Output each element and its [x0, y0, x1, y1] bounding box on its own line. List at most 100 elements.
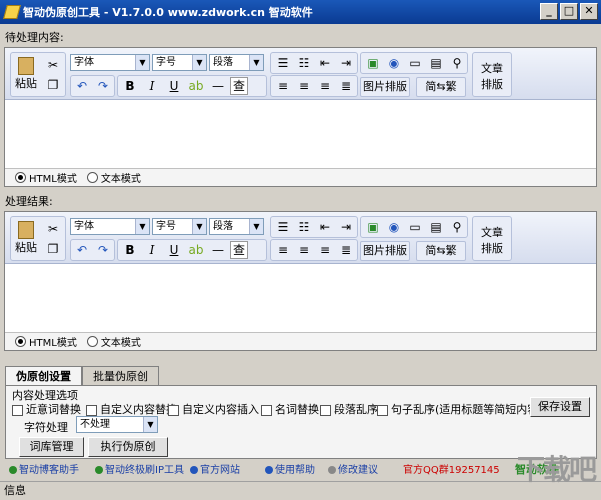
image-layout-button[interactable]: 图片排版 — [360, 77, 410, 97]
link-icon[interactable]: ◉ — [384, 53, 404, 73]
align-center-icon[interactable]: ≡ — [294, 76, 314, 96]
paragraph-select[interactable]: 段落 ▼ — [209, 218, 264, 235]
image-icon[interactable]: ▣ — [363, 217, 383, 237]
paste-icon — [18, 57, 34, 75]
find-button[interactable]: 查 — [230, 77, 248, 95]
minimize-button[interactable]: _ — [540, 3, 558, 20]
custom-insert-checkbox[interactable] — [168, 404, 179, 416]
undo-icon[interactable]: ↶ — [72, 240, 92, 260]
text-mode-radio[interactable] — [86, 336, 98, 347]
align-center-icon[interactable]: ≡ — [294, 240, 314, 260]
official-site-link[interactable]: 官方网站 — [190, 461, 240, 476]
custom-insert-option[interactable]: 自定义内容插入 — [168, 401, 259, 417]
outdent-icon[interactable]: ⇤ — [315, 217, 335, 237]
paragraph-shuffle-checkbox[interactable] — [320, 404, 331, 416]
align-left-icon[interactable]: ≡ — [273, 240, 293, 260]
custom-replace-option[interactable]: 自定义内容替换 — [86, 401, 177, 417]
char-process-select[interactable]: 不处理 ▼ — [76, 416, 158, 433]
list-group: ☰ ☷ ⇤ ⇥ — [270, 52, 358, 74]
paste-button[interactable]: 粘贴 — [14, 221, 38, 257]
html-mode-radio[interactable] — [15, 336, 26, 347]
unordered-list-icon[interactable]: ☷ — [294, 53, 314, 73]
underline-button[interactable]: U — [164, 76, 184, 96]
article-layout-button[interactable]: 文章 排版 — [472, 216, 512, 261]
indent-icon[interactable]: ⇥ — [336, 53, 356, 73]
help-link[interactable]: 使用帮助 — [265, 461, 315, 476]
cut-icon[interactable]: ✂ — [43, 219, 63, 239]
redo-icon[interactable]: ↷ — [93, 76, 113, 96]
bold-button[interactable]: B — [120, 240, 140, 260]
copy-icon[interactable]: ❐ — [43, 75, 63, 95]
view-icon[interactable]: ⚲ — [447, 217, 467, 237]
sentence-shuffle-option[interactable]: 句子乱序(适用标题等简短内容) — [377, 401, 543, 417]
unordered-list-icon[interactable]: ☷ — [294, 217, 314, 237]
align-justify-icon[interactable]: ≣ — [336, 240, 356, 260]
italic-button[interactable]: I — [142, 240, 162, 260]
view-icon[interactable]: ⚲ — [447, 53, 467, 73]
html-mode-radio[interactable] — [15, 172, 26, 183]
custom-replace-checkbox[interactable] — [86, 404, 97, 416]
font-select[interactable]: 字体 ▼ — [70, 54, 150, 71]
close-button[interactable]: ✕ — [580, 3, 598, 20]
highlight-icon[interactable]: ab — [186, 240, 206, 260]
redo-icon[interactable]: ↷ — [93, 240, 113, 260]
list-group: ☰ ☷ ⇤ ⇥ — [270, 216, 358, 238]
note-icon[interactable]: ▤ — [426, 53, 446, 73]
paragraph-shuffle-option[interactable]: 段落乱序 — [320, 401, 378, 417]
noun-replace-option[interactable]: 名词替换 — [261, 401, 319, 417]
hr-button[interactable]: — — [208, 76, 228, 96]
noun-replace-checkbox[interactable] — [261, 404, 272, 416]
ip-tool-link[interactable]: 智动终极刷IP工具 — [95, 461, 184, 476]
ordered-list-icon[interactable]: ☰ — [273, 217, 293, 237]
suggest-link[interactable]: 修改建议 — [328, 461, 378, 476]
underline-button[interactable]: U — [164, 240, 184, 260]
settings-tabs: 伪原创设置 批量伪原创 — [5, 366, 159, 387]
tab-batch-rewrite[interactable]: 批量伪原创 — [82, 366, 159, 386]
image-icon[interactable]: ▣ — [363, 53, 383, 73]
note-icon[interactable]: ▤ — [426, 217, 446, 237]
outdent-icon[interactable]: ⇤ — [315, 53, 335, 73]
find-button[interactable]: 查 — [230, 241, 248, 259]
undo-group: ↶ ↷ — [70, 75, 115, 97]
align-left-icon[interactable]: ≡ — [273, 76, 293, 96]
bold-button[interactable]: B — [120, 76, 140, 96]
run-rewrite-button[interactable]: 执行伪原创 — [88, 437, 168, 457]
indent-icon[interactable]: ⇥ — [336, 217, 356, 237]
font-select[interactable]: 字体 ▼ — [70, 218, 150, 235]
media-icon[interactable]: ▭ — [405, 217, 425, 237]
convert-button[interactable]: 简⇆繁 — [416, 77, 466, 97]
blog-helper-link[interactable]: 智动博客助手 — [9, 461, 79, 476]
size-select[interactable]: 字号 ▼ — [152, 54, 207, 71]
input-label: 待处理内容: — [5, 31, 64, 44]
paste-button[interactable]: 粘贴 — [14, 57, 38, 93]
align-right-icon[interactable]: ≡ — [315, 240, 335, 260]
text-mode-radio[interactable] — [86, 172, 98, 183]
lexicon-manage-button[interactable]: 词库管理 — [19, 437, 84, 457]
media-icon[interactable]: ▭ — [405, 53, 425, 73]
qq-group-link[interactable]: 官方QQ群19257145 — [403, 461, 500, 476]
article-layout-button[interactable]: 文章 排版 — [472, 52, 512, 97]
output-editor[interactable]: 粘贴 ✂ ❐ 字体 ▼ 字号 ▼ 段落 ▼ ↶ ↷ B I U ab — 查 ☰ ☷ … — [4, 211, 597, 351]
cut-icon[interactable]: ✂ — [43, 55, 63, 75]
undo-icon[interactable]: ↶ — [72, 76, 92, 96]
sentence-shuffle-checkbox[interactable] — [377, 404, 388, 416]
image-layout-button[interactable]: 图片排版 — [360, 241, 410, 261]
hr-button[interactable]: — — [208, 240, 228, 260]
near-synonym-checkbox[interactable] — [12, 404, 23, 416]
tab-rewrite-settings[interactable]: 伪原创设置 — [5, 366, 82, 387]
ordered-list-icon[interactable]: ☰ — [273, 53, 293, 73]
window-title: 智动伪原创工具 - V1.7.0.0 www.zdwork.cn 智动软件 — [23, 6, 313, 19]
convert-button[interactable]: 简⇆繁 — [416, 241, 466, 261]
save-settings-button[interactable]: 保存设置 — [530, 397, 590, 417]
paragraph-select[interactable]: 段落 ▼ — [209, 54, 264, 71]
link-icon[interactable]: ◉ — [384, 217, 404, 237]
highlight-icon[interactable]: ab — [186, 76, 206, 96]
copy-icon[interactable]: ❐ — [43, 239, 63, 259]
align-justify-icon[interactable]: ≣ — [336, 76, 356, 96]
near-synonym-option[interactable]: 近意词替换 — [12, 401, 81, 417]
input-editor[interactable]: 粘贴 ✂ ❐ 字体 ▼ 字号 ▼ 段落 ▼ ↶ ↷ B I U ab — 查 ☰ ☷ … — [4, 47, 597, 187]
maximize-button[interactable]: □ — [560, 3, 578, 20]
italic-button[interactable]: I — [142, 76, 162, 96]
align-right-icon[interactable]: ≡ — [315, 76, 335, 96]
size-select[interactable]: 字号 ▼ — [152, 218, 207, 235]
